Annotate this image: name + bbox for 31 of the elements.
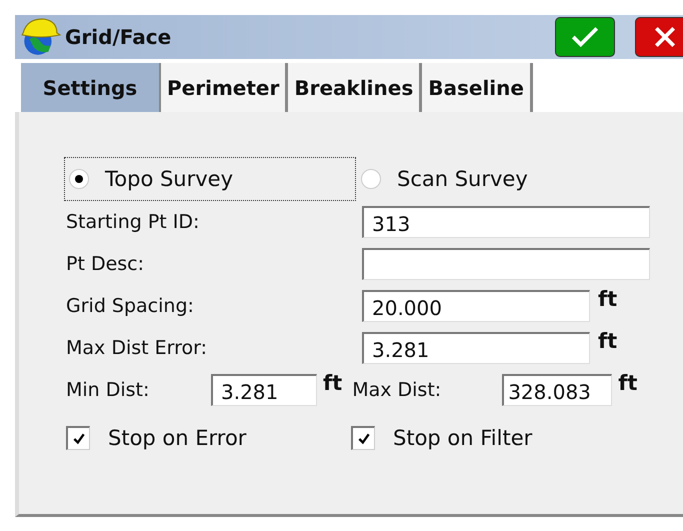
input-field[interactable]: 328.083: [502, 374, 612, 406]
field-label: Starting Pt ID:: [66, 211, 200, 233]
tab[interactable]: Breaklines: [288, 63, 422, 112]
window-title: Grid/Face: [65, 25, 172, 49]
input-field[interactable]: 20.000: [362, 290, 590, 322]
checkbox-option[interactable]: Stop on Filter: [351, 426, 636, 450]
input-field[interactable]: [362, 248, 650, 280]
field-label: Max Dist Error:: [66, 337, 208, 359]
tab[interactable]: Baseline: [422, 63, 533, 112]
close-button[interactable]: [635, 17, 683, 57]
input-field[interactable]: 3.281: [211, 374, 317, 406]
radio-option[interactable]: Topo Survey: [64, 157, 356, 201]
checkbox-option[interactable]: Stop on Error: [66, 426, 351, 450]
unit-label: ft: [618, 371, 638, 395]
field-label: Min Dist:: [66, 379, 150, 401]
unit-label: ft: [598, 287, 618, 311]
field-label: Pt Desc:: [66, 253, 146, 275]
field-label: Max Dist:: [352, 379, 442, 401]
close-icon: [652, 24, 678, 50]
ok-button[interactable]: [555, 17, 615, 57]
field-label: Grid Spacing:: [66, 295, 195, 317]
unit-label: ft: [598, 329, 618, 353]
radio-option[interactable]: Scan Survey: [356, 157, 533, 201]
check-icon: [72, 432, 86, 446]
unit-label: ft: [323, 371, 342, 395]
tab[interactable]: Perimeter: [161, 63, 288, 112]
input-field[interactable]: 313: [362, 206, 650, 238]
hard-hat-globe-icon: [19, 16, 61, 58]
input-field[interactable]: 3.281: [362, 332, 590, 364]
check-icon: [356, 432, 370, 446]
tab[interactable]: Settings: [21, 63, 161, 112]
